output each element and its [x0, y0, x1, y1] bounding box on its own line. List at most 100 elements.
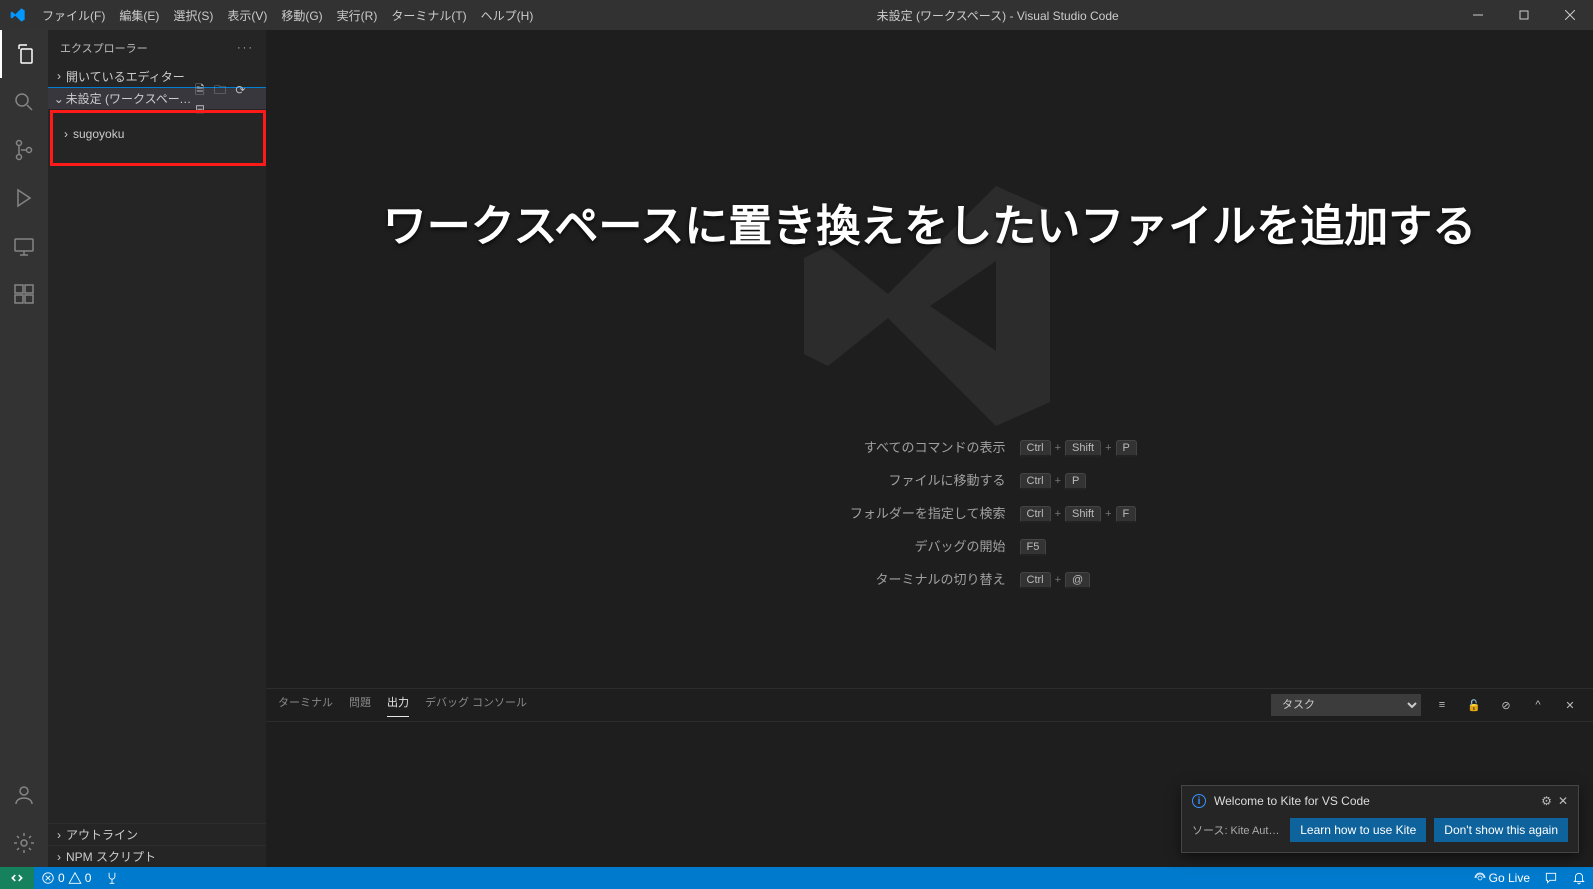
key: P — [1065, 473, 1086, 490]
menu-edit[interactable]: 編集(E) — [112, 7, 166, 24]
status-bell-icon[interactable] — [1565, 867, 1593, 889]
menu-file[interactable]: ファイル(F) — [35, 7, 112, 24]
panel-header: ターミナル 問題 出力 デバッグ コンソール タスク ≡ 🔓 ⊘ ^ ✕ — [266, 689, 1593, 722]
hint-label: ターミナルの切り替え — [650, 569, 1020, 588]
hint-label: ファイルに移動する — [650, 470, 1020, 489]
status-port-icon[interactable] — [98, 867, 126, 889]
lock-icon[interactable]: 🔓 — [1463, 694, 1485, 716]
menu-terminal[interactable]: ターミナル(T) — [384, 7, 473, 24]
activity-bar — [0, 30, 48, 867]
panel-tab-terminal[interactable]: ターミナル — [278, 694, 333, 717]
source-control-icon[interactable] — [0, 126, 48, 174]
hint-label: すべてのコマンドの表示 — [650, 437, 1020, 456]
outline-section[interactable]: › アウトライン — [48, 823, 266, 845]
explorer-sidebar: エクスプローラー ··· › 開いているエディター ⌄ 未設定 (ワークスペース… — [48, 30, 266, 867]
new-folder-icon[interactable]: 🗀 — [211, 83, 229, 97]
hint-row: ファイルに移動するCtrl+P — [650, 463, 1210, 496]
status-bar: 0 0 Go Live — [0, 867, 1593, 889]
hint-label: フォルダーを指定して検索 — [650, 503, 1020, 522]
key: Ctrl — [1020, 572, 1051, 589]
hint-row: フォルダーを指定して検索Ctrl+Shift+F — [650, 496, 1210, 529]
word-wrap-icon[interactable]: ≡ — [1431, 694, 1453, 716]
chevron-right-icon: › — [59, 127, 73, 141]
key: @ — [1065, 572, 1090, 589]
menu-run[interactable]: 実行(R) — [330, 7, 385, 24]
highlighted-folder-box: › sugoyoku — [50, 110, 266, 166]
notification-gear-icon[interactable]: ⚙ — [1535, 794, 1558, 808]
remote-indicator[interactable] — [0, 867, 34, 889]
warning-count: 0 — [85, 871, 92, 885]
key: Ctrl — [1020, 440, 1051, 457]
menu-selection[interactable]: 選択(S) — [166, 7, 220, 24]
menu-go[interactable]: 移動(G) — [274, 7, 329, 24]
chevron-right-icon: › — [52, 828, 66, 842]
refresh-icon[interactable]: ⟳ — [232, 83, 248, 97]
key: Ctrl — [1020, 473, 1051, 490]
hint-label: デバッグの開始 — [650, 536, 1020, 555]
extensions-icon[interactable] — [0, 270, 48, 318]
key: Shift — [1065, 440, 1101, 457]
welcome-screen: ワークスペースに置き換えをしたいファイルを追加する すべてのコマンドの表示Ctr… — [266, 30, 1593, 688]
hint-row: すべてのコマンドの表示Ctrl+Shift+P — [650, 430, 1210, 463]
bottom-panel: ターミナル 問題 出力 デバッグ コンソール タスク ≡ 🔓 ⊘ ^ ✕ i — [266, 688, 1593, 867]
chevron-right-icon: › — [52, 850, 66, 864]
workspace-section[interactable]: ⌄ 未設定 (ワークスペース) 🗎 🗀 ⟳ ⊟ — [48, 87, 266, 109]
panel-tab-problems[interactable]: 問題 — [349, 694, 371, 717]
notification-close-icon[interactable]: ✕ — [1558, 794, 1568, 808]
key: F — [1116, 506, 1137, 523]
settings-gear-icon[interactable] — [0, 819, 48, 867]
sidebar-header: エクスプローラー ··· — [48, 30, 266, 65]
output-channel-select[interactable]: タスク — [1271, 694, 1421, 716]
chevron-down-icon: ⌄ — [52, 92, 66, 106]
titlebar: ファイル(F) 編集(E) 選択(S) 表示(V) 移動(G) 実行(R) ター… — [0, 0, 1593, 30]
open-editors-label: 開いているエディター — [66, 68, 185, 85]
close-button[interactable] — [1547, 0, 1593, 30]
key: P — [1116, 440, 1137, 457]
notification-title: Welcome to Kite for VS Code — [1214, 794, 1535, 808]
vscode-logo-icon — [0, 7, 35, 23]
hint-row: デバッグの開始F5 — [650, 529, 1210, 562]
remote-explorer-icon[interactable] — [0, 222, 48, 270]
menu-view[interactable]: 表示(V) — [220, 7, 274, 24]
sidebar-title: エクスプローラー — [60, 40, 148, 56]
status-go-live[interactable]: Go Live — [1467, 867, 1537, 889]
npm-scripts-label: NPM スクリプト — [66, 848, 156, 865]
workspace-label: 未設定 (ワークスペース) — [66, 90, 192, 107]
status-feedback-icon[interactable] — [1537, 867, 1565, 889]
status-errors[interactable]: 0 0 — [34, 867, 98, 889]
search-icon[interactable] — [0, 78, 48, 126]
accounts-icon[interactable] — [0, 771, 48, 819]
notification-source: ソース: Kite Autocomplete f... — [1192, 822, 1282, 838]
learn-kite-button[interactable]: Learn how to use Kite — [1290, 818, 1426, 842]
notification-toast: i Welcome to Kite for VS Code ⚙ ✕ ソース: K… — [1181, 785, 1579, 853]
panel-tab-debug-console[interactable]: デバッグ コンソール — [425, 694, 527, 717]
overlay-annotation-text: ワークスペースに置き換えをしたいファイルを追加する — [383, 190, 1476, 254]
key: F5 — [1020, 539, 1047, 556]
clear-icon[interactable]: ⊘ — [1495, 694, 1517, 716]
run-debug-icon[interactable] — [0, 174, 48, 222]
panel-tab-output[interactable]: 出力 — [387, 694, 409, 717]
menu-bar: ファイル(F) 編集(E) 選択(S) 表示(V) 移動(G) 実行(R) ター… — [35, 7, 540, 24]
error-count: 0 — [58, 871, 65, 885]
npm-scripts-section[interactable]: › NPM スクリプト — [48, 845, 266, 867]
panel-close-icon[interactable]: ✕ — [1559, 694, 1581, 716]
go-live-label: Go Live — [1489, 871, 1530, 885]
panel-maximize-icon[interactable]: ^ — [1527, 694, 1549, 716]
more-icon[interactable]: ··· — [237, 42, 254, 54]
folder-name: sugoyoku — [73, 127, 124, 141]
dont-show-button[interactable]: Don't show this again — [1434, 818, 1568, 842]
explorer-icon[interactable] — [0, 30, 48, 78]
menu-help[interactable]: ヘルプ(H) — [474, 7, 541, 24]
chevron-right-icon: › — [52, 69, 66, 83]
editor-area: ワークスペースに置き換えをしたいファイルを追加する すべてのコマンドの表示Ctr… — [266, 30, 1593, 867]
maximize-button[interactable] — [1501, 0, 1547, 30]
outline-label: アウトライン — [66, 826, 138, 843]
window-title: 未設定 (ワークスペース) - Visual Studio Code — [540, 7, 1455, 24]
new-file-icon[interactable]: 🗎 — [192, 83, 208, 97]
key: Shift — [1065, 506, 1101, 523]
keyboard-hints: すべてのコマンドの表示Ctrl+Shift+P ファイルに移動するCtrl+P … — [650, 430, 1210, 595]
minimize-button[interactable] — [1455, 0, 1501, 30]
key: Ctrl — [1020, 506, 1051, 523]
info-icon: i — [1192, 794, 1206, 808]
folder-row[interactable]: › sugoyoku — [59, 127, 124, 141]
